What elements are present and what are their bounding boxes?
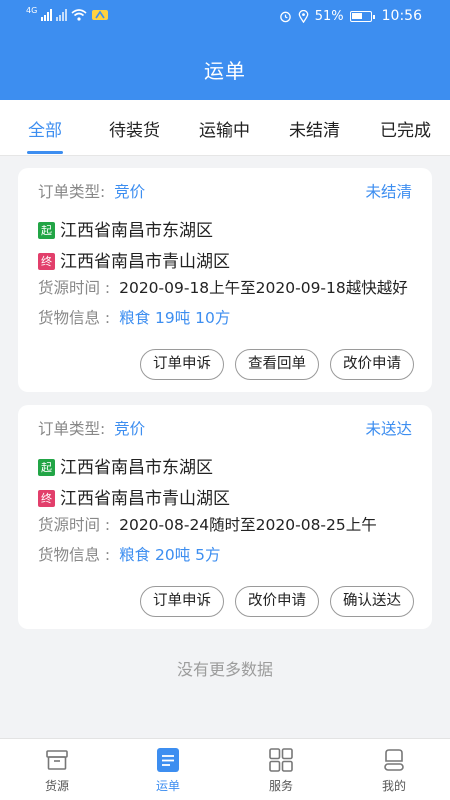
order-card[interactable]: 订单类型: 竞价 未送达 起江西省南昌市东湖区 终江西省南昌市青山湖区 货源时间… [18,405,432,629]
clock: 10:56 [381,8,422,24]
tab-completed[interactable]: 已完成 [380,116,431,141]
order-status: 未结清 [365,183,412,201]
page-title: 运单 [204,59,246,83]
source-time-label: 货源时间 : [38,279,111,297]
nav-item-waybill[interactable]: 运单 [133,747,203,794]
start-tag: 起 [38,459,55,476]
document-icon [155,747,181,773]
start-address: 江西省南昌市东湖区 [60,458,213,478]
end-address: 江西省南昌市青山湖区 [60,252,230,272]
goods-info-value: 粮食 19吨 10方 [119,309,231,327]
end-tag: 终 [38,253,55,270]
goods-info-label: 货物信息 : [38,309,111,327]
order-tabs: 全部 待装货 运输中 未结清 已完成 [0,100,450,156]
no-more-data-text: 没有更多数据 [176,660,273,679]
start-address: 江西省南昌市东湖区 [60,221,213,241]
tab-in-transit[interactable]: 运输中 [199,116,250,141]
order-appeal-button[interactable]: 订单申诉 [140,586,224,617]
order-card[interactable]: 订单类型: 竞价 未结清 起江西省南昌市东湖区 终江西省南昌市青山湖区 货源时间… [18,168,432,392]
price-change-button[interactable]: 改价申请 [330,349,414,380]
nav-item-cargo-source[interactable]: 货源 [22,747,92,794]
tab-pending-load[interactable]: 待装货 [109,116,160,141]
order-appeal-button[interactable]: 订单申诉 [140,349,224,380]
order-type-label: 订单类型: [38,420,106,438]
user-icon [381,747,407,773]
location-icon [298,9,309,23]
box-icon [44,747,70,773]
signal-icon [41,9,53,21]
app-notification-icon [92,10,109,20]
nav-label: 服务 [268,779,293,793]
status-bar: 4G 51% 10:56 [0,0,450,34]
network-type: 4G [26,6,38,15]
battery-icon [349,10,375,22]
nav-item-profile[interactable]: 我的 [359,747,429,794]
wifi-icon [71,9,87,21]
source-time-label: 货源时间 : [38,516,111,534]
alarm-icon [279,11,291,22]
goods-info-value: 粮食 20吨 5方 [119,546,221,564]
order-type-value: 竞价 [114,420,146,438]
start-tag: 起 [38,222,55,239]
end-address: 江西省南昌市青山湖区 [60,489,230,509]
view-receipt-button[interactable]: 查看回单 [235,349,319,380]
active-tab-indicator [27,151,63,154]
tab-all[interactable]: 全部 [28,116,62,141]
confirm-delivery-button[interactable]: 确认送达 [330,586,414,617]
source-time-value: 2020-09-18上午至2020-09-18越快越好 [119,279,408,297]
battery-percent: 51% [314,8,344,24]
order-type-value: 竞价 [114,183,146,201]
end-tag: 终 [38,490,55,507]
nav-item-services[interactable]: 服务 [246,747,316,794]
bottom-nav: 货源 运单 服务 我的 [0,738,450,800]
goods-info-label: 货物信息 : [38,546,111,564]
source-time-value: 2020-08-24随时至2020-08-25上午 [119,516,377,534]
grid-icon [268,747,294,773]
nav-label: 货源 [44,779,69,793]
signal-2-icon [56,9,68,21]
tab-unsettled[interactable]: 未结清 [289,116,340,141]
order-type-label: 订单类型: [38,183,106,201]
nav-label: 我的 [381,779,406,793]
nav-label: 运单 [155,779,180,793]
order-status: 未送达 [365,420,412,438]
price-change-button[interactable]: 改价申请 [235,586,319,617]
app-header: 4G 51% 10:56 运单 [0,0,450,100]
